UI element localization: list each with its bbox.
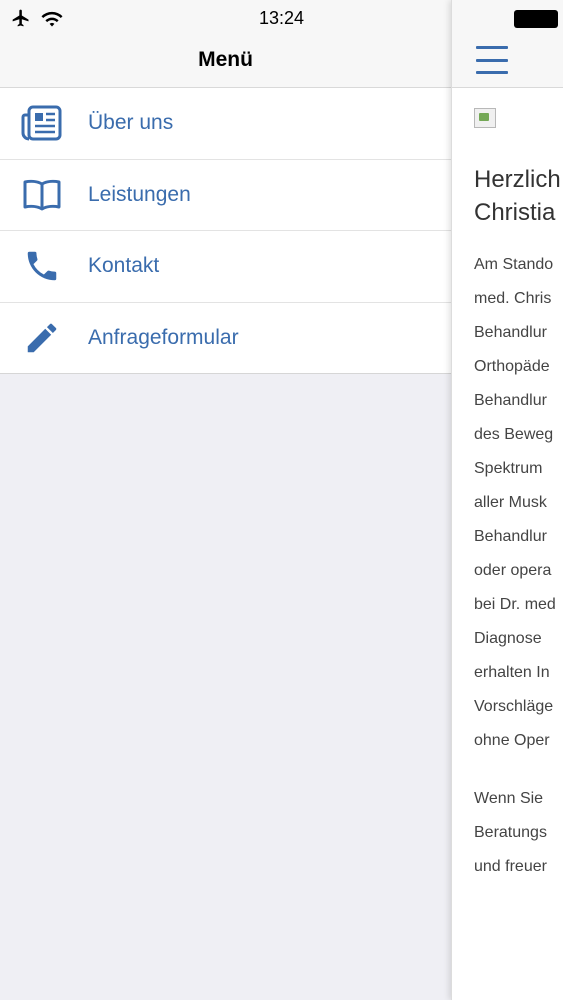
battery-icon	[514, 10, 558, 28]
menu-item-ueber-uns[interactable]: Über uns	[0, 88, 451, 160]
menu-item-label: Leistungen	[88, 182, 191, 206]
paragraph-line: Orthopäde	[474, 358, 550, 375]
paragraph-line: Behandlur	[474, 392, 547, 409]
paragraph-line: oder opera	[474, 562, 552, 579]
heading-line: Christia	[474, 199, 556, 226]
paragraph-line: des Beweg	[474, 426, 554, 443]
menu-item-anfrageformular[interactable]: Anfrageformular	[0, 303, 451, 374]
paragraph-line: aller Musk	[474, 494, 547, 511]
side-menu-drawer: 13:24 Menü Über uns Leistungen Kontakt A…	[0, 0, 451, 1000]
paragraph-line: Diagnose	[474, 630, 542, 647]
menu-title: Menü	[198, 48, 253, 71]
hamburger-menu-icon[interactable]	[476, 46, 508, 74]
menu-item-kontakt[interactable]: Kontakt	[0, 231, 451, 303]
paragraph-line: bei Dr. med	[474, 596, 556, 613]
menu-item-leistungen[interactable]: Leistungen	[0, 160, 451, 231]
page-heading: Herzlich Christia	[474, 163, 563, 229]
paragraph-line: und freuer	[474, 858, 547, 875]
pencil-icon	[20, 318, 64, 358]
phone-icon	[20, 246, 64, 286]
content-panel[interactable]: Herzlich Christia Am Stando med. Chris B…	[451, 0, 563, 1000]
broken-image-icon	[474, 108, 496, 128]
paragraph-line: Wenn Sie	[474, 790, 544, 807]
intro-paragraph: Am Stando med. Chris Behandlur Orthopäde…	[474, 248, 563, 758]
menu-item-label: Über uns	[88, 111, 174, 135]
paragraph-line: Spektrum	[474, 460, 543, 477]
menu-navbar: Menü	[0, 38, 451, 88]
menu-item-label: Kontakt	[88, 254, 160, 278]
paragraph-line: ohne Oper	[474, 732, 550, 749]
newspaper-icon	[20, 103, 64, 143]
heading-line: Herzlich	[474, 166, 561, 193]
paragraph-line: med. Chris	[474, 290, 552, 307]
menu-item-label: Anfrageformular	[88, 325, 239, 349]
book-icon	[20, 175, 64, 215]
content-status-bar	[452, 0, 563, 38]
paragraph-line: Behandlur	[474, 528, 547, 545]
paragraph-line: Beratungs	[474, 824, 547, 841]
paragraph-line: Am Stando	[474, 256, 554, 273]
content-navbar	[452, 38, 563, 88]
paragraph-line: erhalten In	[474, 664, 550, 681]
paragraph-line: Vorschläge	[474, 698, 554, 715]
menu-list: Über uns Leistungen Kontakt Anfrageformu…	[0, 88, 451, 374]
paragraph-line: Behandlur	[474, 324, 547, 341]
contact-paragraph: Wenn Sie Beratungs und freuer	[474, 782, 563, 884]
